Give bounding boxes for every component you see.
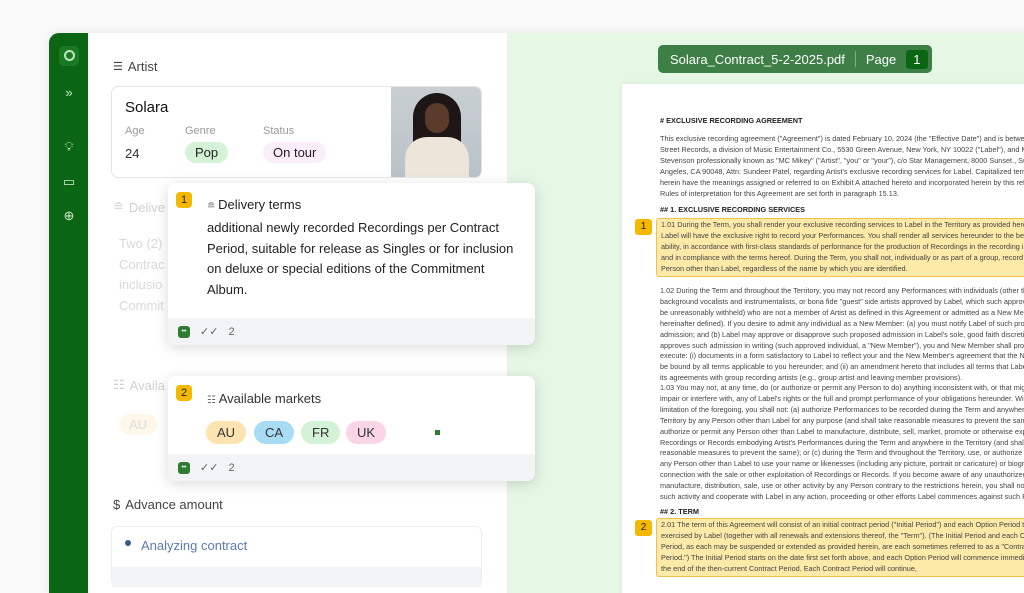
market-faded: AU <box>119 414 158 435</box>
align-icon: ≘ <box>207 201 219 212</box>
check-icon: ✓✓ <box>200 326 219 338</box>
loading-indicator <box>435 430 440 435</box>
delivery-terms-card[interactable]: 1 ≘ Delivery terms additional newly reco… <box>168 183 535 345</box>
dollar-icon: $ <box>113 497 121 512</box>
market-pill-ca: CA <box>254 421 295 444</box>
markets-section-faded: ☷ Availa <box>113 377 165 393</box>
check-count: 2 <box>228 461 235 474</box>
citation-badge[interactable]: 1 <box>176 192 192 208</box>
page-number[interactable]: 1 <box>906 49 928 69</box>
highlight-marker-1[interactable]: 1 <box>635 219 652 235</box>
bot-icon: •• <box>178 325 190 338</box>
advance-label: Advance amount <box>125 497 223 512</box>
artist-photo <box>391 87 481 177</box>
market-pill-uk: UK <box>346 421 387 444</box>
artist-section-title: ☰ Artist <box>113 59 158 74</box>
sidebar: » 💡︎ ▭ ⊕ <box>49 33 88 593</box>
pdf-page: # EXCLUSIVE RECORDING AGREEMENT This exc… <box>622 84 1024 593</box>
markets-title: ☷ Available markets <box>207 391 322 406</box>
advance-section-title: $ Advance amount <box>113 497 223 512</box>
doc-section-2-heading: ## 2. TERM <box>660 507 699 516</box>
analyzing-status: Analyzing contract <box>141 538 248 553</box>
advance-card: Analyzing contract <box>111 526 482 587</box>
delivery-section-faded: ≘ Delive <box>113 199 166 215</box>
card-footer: •• ✓✓ 2 <box>168 454 535 481</box>
delivery-text: additional newly recorded Recordings per… <box>207 220 514 297</box>
lightbulb-icon[interactable]: 💡︎ <box>59 137 79 157</box>
check-icon: ✓✓ <box>200 462 219 474</box>
doc-heading: # EXCLUSIVE RECORDING AGREEMENT <box>660 116 803 125</box>
highlighted-clause-1[interactable]: 1.01 During the Term, you shall render y… <box>656 218 1024 277</box>
genre-pill: Pop <box>185 142 229 163</box>
delivery-title: ≘ Delivery terms <box>207 197 302 212</box>
doc-clause-102: 1.02 During the Term and throughout the … <box>660 286 1024 383</box>
highlight-marker-2[interactable]: 2 <box>635 520 652 536</box>
expand-icon[interactable]: » <box>59 83 79 103</box>
page-label: Page <box>865 51 897 67</box>
artist-name: Solara <box>125 99 169 116</box>
highlighted-clause-2[interactable]: 2.01 The term of this Agreement will con… <box>656 518 1024 577</box>
age-label: Age <box>125 125 145 137</box>
list-icon: ☰ <box>113 61 123 73</box>
document-panel: Solara_Contract_5-2-2025.pdf Page 1 # EX… <box>507 33 1024 593</box>
card-footer: •• ✓✓ 2 <box>168 318 535 345</box>
status-pill: On tour <box>263 142 327 163</box>
delivery-text-faded: Two (2) Contrac inclusio Commit <box>119 236 165 313</box>
market-pill-au: AU <box>206 421 247 444</box>
pdf-filename[interactable]: Solara_Contract_5-2-2025.pdf <box>670 52 845 67</box>
artist-label: Artist <box>127 59 158 74</box>
doc-section-1-heading: ## 1. EXCLUSIVE RECORDING SERVICES <box>660 205 806 214</box>
logo-ring-icon[interactable] <box>59 46 79 66</box>
check-count: 2 <box>228 325 235 338</box>
genre-label: Genre <box>185 125 216 137</box>
folder-icon[interactable]: ▭ <box>59 172 79 192</box>
age-value: 24 <box>125 146 140 161</box>
artist-card[interactable]: Solara Age 24 Genre Pop Status On tour <box>111 86 482 178</box>
doc-clause-103: 1.03 You may not, at any time, do (or au… <box>660 383 1024 502</box>
citation-badge[interactable]: 2 <box>176 385 192 401</box>
loading-dot-icon <box>125 540 131 546</box>
status-label: Status <box>263 125 295 137</box>
bot-icon: •• <box>178 461 190 474</box>
pdf-header: Solara_Contract_5-2-2025.pdf Page 1 <box>658 45 932 73</box>
globe-icon[interactable]: ⊕ <box>59 206 79 226</box>
doc-intro: This exclusive recording agreement ("Agr… <box>660 134 1024 198</box>
market-pill-fr: FR <box>301 421 341 444</box>
available-markets-card[interactable]: 2 ☷ Available markets AU CA FR UK •• ✓✓ 2 <box>168 376 535 481</box>
list-icon: ☷ <box>207 395 219 406</box>
